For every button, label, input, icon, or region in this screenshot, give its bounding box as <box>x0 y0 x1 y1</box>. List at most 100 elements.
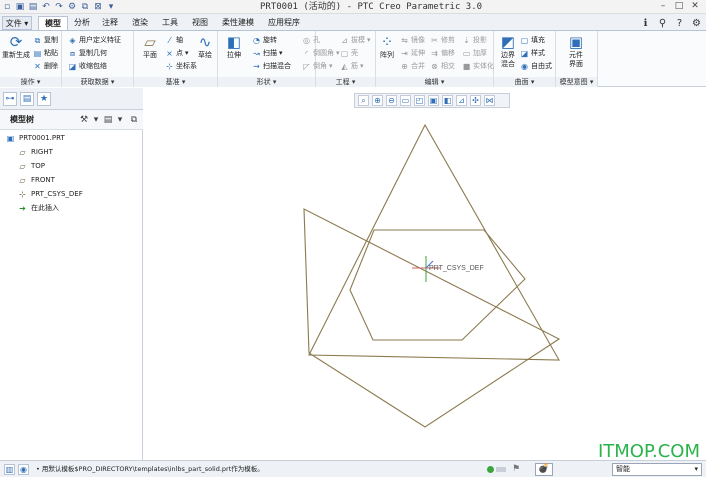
shell-button[interactable]: ▢ 壳 <box>340 48 358 59</box>
group-label-engineering[interactable]: 工程 ▾ <box>316 77 375 87</box>
folder-browser-tab-icon[interactable]: ▤ <box>20 92 34 106</box>
group-label-shapes[interactable]: 形状 ▾ <box>218 77 315 87</box>
group-label-get-data[interactable]: 获取数据 ▾ <box>62 77 133 87</box>
tab-applications[interactable]: 应用程序 <box>264 16 304 30</box>
regenerate-button[interactable]: ⟳ 重新生成 <box>2 33 30 73</box>
csys-button[interactable]: ⊹ 坐标系 <box>165 61 197 72</box>
tree-show-icon[interactable]: ▤ <box>102 114 114 126</box>
find-button[interactable]: 💣 <box>535 463 553 476</box>
point-button[interactable]: × 点 ▾ <box>165 48 188 59</box>
pattern-button[interactable]: ⁘ 阵列 <box>376 33 398 73</box>
datum-plane-top[interactable] <box>308 123 560 361</box>
group-label-datum[interactable]: 基准 ▾ <box>134 77 217 87</box>
open-icon[interactable]: ▣ <box>15 2 25 12</box>
zoom-out-icon[interactable]: ⊖ <box>386 95 397 106</box>
graphics-area[interactable]: PRT_CSYS_DEF <box>144 110 706 460</box>
fill-button[interactable]: ▢ 填充 <box>520 35 545 46</box>
datum-display-icon[interactable]: ⊿ <box>456 95 467 106</box>
extend-button[interactable]: ⇥ 延伸 <box>400 48 425 59</box>
repaint-icon[interactable]: ▭ <box>400 95 411 106</box>
project-button[interactable]: ⇣ 投影 <box>462 35 487 46</box>
solidify-button[interactable]: ■ 实体化 <box>462 61 494 72</box>
tree-settings-icon[interactable]: ⚒ <box>78 114 90 126</box>
datum-plane-right[interactable] <box>303 208 561 428</box>
tab-render[interactable]: 渲染 <box>128 16 152 30</box>
round-button[interactable]: ◜ 倒圆角 ▾ <box>302 48 340 59</box>
sketch-button[interactable]: ∿ 草绘 <box>194 33 216 73</box>
new-icon[interactable]: ▫ <box>2 2 12 12</box>
help-icon[interactable]: ? <box>674 18 685 29</box>
annotation-icon[interactable]: ⋈ <box>484 95 495 106</box>
freestyle-button[interactable]: ◉ 自由式 <box>520 61 552 72</box>
tree-item-insert-here[interactable]: ➔ 在此插入 <box>18 202 59 214</box>
settings-icon[interactable]: ⚙ <box>691 18 702 29</box>
shrinkwrap-button[interactable]: ◪ 收缩包络 <box>68 61 107 72</box>
group-label-model-intent[interactable]: 模型意图 ▾ <box>556 77 597 87</box>
model-tree-tab-icon[interactable]: ⊶ <box>3 92 17 106</box>
chevron-down-icon[interactable]: ▾ <box>90 114 102 126</box>
udf-button[interactable]: ◈ 用户定义特征 <box>68 35 121 46</box>
regenerate-icon[interactable]: ⚙ <box>67 2 77 12</box>
style-button[interactable]: ◪ 样式 <box>520 48 545 59</box>
redo-icon[interactable]: ↷ <box>54 2 64 12</box>
copy-button[interactable]: ⧉ 复制 <box>33 35 58 46</box>
chamfer-button[interactable]: ◸ 倒角 ▾ <box>302 61 332 72</box>
draft-button[interactable]: ⊿ 拔模 ▾ <box>340 35 370 46</box>
plane-button[interactable]: ▱ 平面 <box>136 33 164 73</box>
merge-button[interactable]: ⊕ 合并 <box>400 61 425 72</box>
view-manager-icon[interactable]: ◰ <box>414 95 425 106</box>
close-icon[interactable]: ✕ <box>690 1 700 11</box>
save-icon[interactable]: ▤ <box>28 2 38 12</box>
swept-blend-button[interactable]: ⇝ 扫描混合 <box>252 61 291 72</box>
tab-analysis[interactable]: 分析 <box>70 16 94 30</box>
thicken-button[interactable]: ▭ 加厚 <box>462 48 487 59</box>
tree-item-part[interactable]: ▣ PRT0001.PRT <box>6 132 65 144</box>
saved-views-icon[interactable]: ▣ <box>428 95 439 106</box>
selection-filter[interactable]: 智能 ▾ <box>612 463 702 476</box>
mirror-button[interactable]: ⇋ 镜像 <box>400 35 425 46</box>
search-icon[interactable]: ⚲ <box>657 18 668 29</box>
zoom-in-icon[interactable]: ⊕ <box>372 95 383 106</box>
tab-file[interactable]: 文件 ▾ <box>2 16 32 30</box>
display-style-icon[interactable]: ◧ <box>442 95 453 106</box>
copy-geometry-button[interactable]: ⧈ 复制几何 <box>68 48 107 59</box>
extrude-button[interactable]: ◧ 拉伸 <box>220 33 248 73</box>
tree-item-csys[interactable]: ⊹ PRT_CSYS_DEF <box>18 188 83 200</box>
tab-annotate[interactable]: 注释 <box>98 16 122 30</box>
minimize-icon[interactable]: – <box>658 1 668 11</box>
trim-button[interactable]: ✂ 修剪 <box>430 35 455 46</box>
spin-center-icon[interactable]: ✣ <box>470 95 481 106</box>
browser-icon[interactable]: ◉ <box>18 464 29 475</box>
maximize-icon[interactable]: □ <box>674 1 684 11</box>
offset-button[interactable]: ⇉ 偏移 <box>430 48 455 59</box>
tree-item-right[interactable]: ▱ RIGHT <box>18 146 52 158</box>
paste-button[interactable]: ▤ 粘贴 <box>33 48 58 59</box>
hole-button[interactable]: ◎ 孔 <box>302 35 320 46</box>
undo-icon[interactable]: ↶ <box>41 2 51 12</box>
close-window-icon[interactable]: ⊠ <box>93 2 103 12</box>
tree-filter-icon[interactable]: ⧉ <box>128 114 140 126</box>
group-label-operations[interactable]: 操作 ▾ <box>0 77 61 87</box>
refit-icon[interactable]: ⌕ <box>358 95 369 106</box>
rib-button[interactable]: ◭ 筋 ▾ <box>340 61 363 72</box>
tree-item-front[interactable]: ▱ FRONT <box>18 174 55 186</box>
component-interface-button[interactable]: ▣ 元件界面 <box>562 33 590 73</box>
group-label-editing[interactable]: 编辑 ▾ <box>376 77 493 87</box>
favorites-tab-icon[interactable]: ★ <box>37 92 51 106</box>
intersect-button[interactable]: ⊗ 相交 <box>430 61 455 72</box>
sweep-button[interactable]: ↝ 扫描 ▾ <box>252 48 282 59</box>
tab-model[interactable]: 模型 <box>38 16 68 30</box>
tab-flexible-modeling[interactable]: 柔性建模 <box>218 16 258 30</box>
boundary-blend-button[interactable]: ◩ 边界混合 <box>496 33 520 73</box>
window-icon[interactable]: ⧉ <box>80 2 90 12</box>
chevron-down-icon[interactable]: ▾ <box>114 114 126 126</box>
flag-icon[interactable]: ⚑ <box>512 464 522 475</box>
toggle-navigator-icon[interactable]: ▥ <box>4 464 15 475</box>
tree-item-top[interactable]: ▱ TOP <box>18 160 45 172</box>
customize-icon[interactable]: ▾ <box>106 2 116 12</box>
revolve-button[interactable]: ◔ 旋转 <box>252 35 277 46</box>
axis-button[interactable]: ⁄ 轴 <box>165 35 183 46</box>
group-label-surfaces[interactable]: 曲面 ▾ <box>494 77 555 87</box>
tab-view[interactable]: 视图 <box>188 16 212 30</box>
delete-button[interactable]: ✕ 删除 <box>33 61 58 72</box>
